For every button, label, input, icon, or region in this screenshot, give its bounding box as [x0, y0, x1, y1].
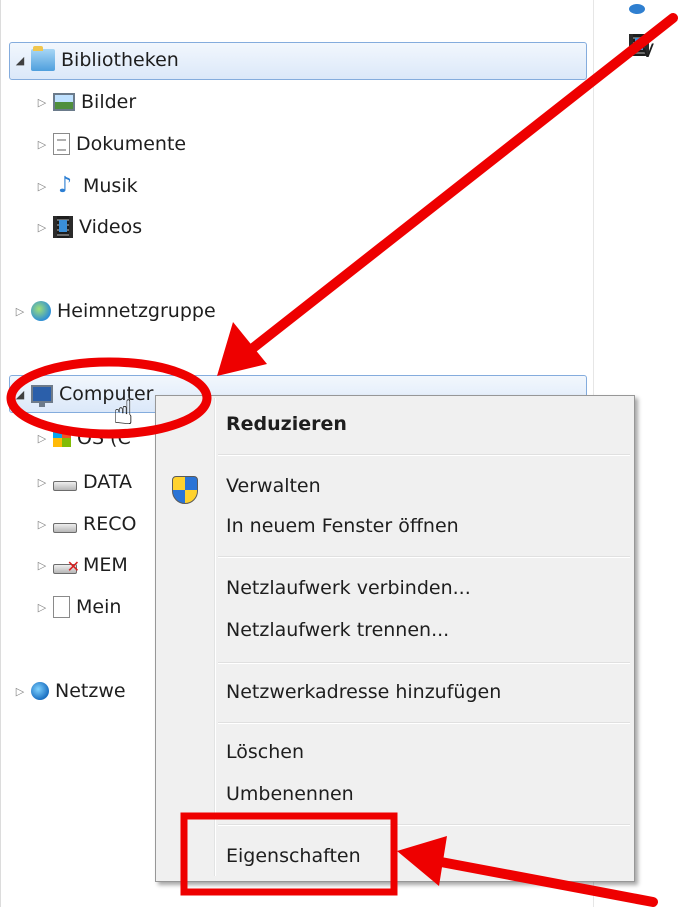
tree-item-mein[interactable]: ▷ Mein: [35, 590, 121, 624]
tree-item-network[interactable]: ▷ Netzwe: [13, 674, 126, 708]
menu-separator: [218, 722, 630, 724]
menu-item-rename[interactable]: Umbenennen: [226, 778, 354, 810]
menu-item-delete[interactable]: Löschen: [226, 736, 304, 768]
tree-item-label: Bibliotheken: [61, 49, 179, 71]
tree-item-memory-drive[interactable]: ▷ MEM: [35, 548, 128, 582]
tree-item-label: Dokumente: [76, 133, 187, 155]
hand-pointer-cursor-icon: ☝: [113, 393, 134, 433]
tree-item-homegroup[interactable]: ▷ Heimnetzgruppe: [13, 294, 216, 328]
videos-icon: [53, 216, 73, 238]
menu-separator: [218, 824, 630, 826]
menu-item-add-network-location[interactable]: Netzwerkadresse hinzufügen: [226, 676, 501, 708]
drive-icon: [53, 481, 77, 491]
menu-item-properties[interactable]: Eigenschaften: [226, 840, 361, 872]
collapsed-arrow-icon[interactable]: ▷: [35, 96, 49, 109]
drive-icon: [53, 523, 77, 533]
tree-item-documents[interactable]: ▷ Dokumente: [35, 127, 186, 161]
menu-separator: [218, 662, 630, 664]
tree-item-label: Netzwe: [55, 680, 126, 702]
pointer-arrowhead: [217, 322, 267, 376]
menu-item-map-network-drive[interactable]: Netzlaufwerk verbinden...: [226, 572, 471, 604]
system-drive-icon: [53, 429, 71, 447]
homegroup-icon: [31, 301, 51, 321]
uac-shield-icon: [172, 476, 198, 504]
menu-item-reduzieren[interactable]: Reduzieren: [226, 408, 347, 440]
menu-item-disconnect-network-drive[interactable]: Netzlaufwerk trennen...: [226, 614, 449, 646]
collapsed-arrow-icon[interactable]: ▷: [35, 221, 49, 234]
tree-item-label: Heimnetzgruppe: [57, 300, 216, 322]
tree-item-label: Bilder: [81, 91, 137, 113]
menu-separator: [218, 454, 630, 456]
tree-item-label: MEM: [83, 554, 128, 576]
expanded-arrow-icon[interactable]: ◢: [13, 388, 27, 401]
tree-item-libraries[interactable]: ◢ Bibliotheken: [13, 43, 179, 77]
collapsed-arrow-icon[interactable]: ▷: [35, 476, 49, 489]
menu-item-open-new-window[interactable]: In neuem Fenster öffnen: [226, 510, 459, 542]
tree-item-label: DATA: [83, 471, 132, 493]
collapsed-arrow-icon[interactable]: ▷: [35, 601, 49, 614]
pictures-icon: [53, 93, 75, 111]
menu-item-verwalten[interactable]: Verwalten: [226, 470, 321, 502]
collapsed-arrow-icon[interactable]: ▷: [35, 559, 49, 572]
collapsed-arrow-icon[interactable]: ▷: [35, 518, 49, 531]
menu-separator: [218, 556, 630, 558]
tree-item-pictures[interactable]: ▷ Bilder: [35, 85, 136, 119]
blank-page-icon: [53, 596, 70, 618]
collapsed-arrow-icon[interactable]: ▷: [13, 685, 27, 698]
libraries-folder-icon: [31, 46, 55, 71]
explorer-window: V ◢ Bibliotheken ▷ Bilder ▷ Dokumente ▷ …: [0, 0, 681, 907]
right-pane-item-icon: [629, 4, 645, 14]
music-icon: ♪: [57, 173, 73, 198]
collapsed-arrow-icon[interactable]: ▷: [13, 305, 27, 318]
collapsed-arrow-icon[interactable]: ▷: [35, 432, 49, 445]
tree-item-label: Computer: [59, 383, 154, 405]
disconnected-drive-icon: [53, 557, 80, 576]
network-icon: [31, 682, 49, 700]
right-pane-item-label[interactable]: V: [641, 40, 654, 62]
context-menu: Reduzieren Verwalten In neuem Fenster öf…: [155, 395, 635, 882]
tree-item-videos[interactable]: ▷ Videos: [35, 210, 142, 244]
tree-item-data-drive[interactable]: ▷ DATA: [35, 465, 132, 499]
collapsed-arrow-icon[interactable]: ▷: [35, 180, 49, 193]
expanded-arrow-icon[interactable]: ◢: [13, 54, 27, 67]
documents-icon: [53, 133, 70, 155]
tree-item-recovery-drive[interactable]: ▷ RECO: [35, 507, 137, 541]
computer-icon: [31, 385, 53, 407]
menu-icon-gutter: [214, 398, 216, 876]
tree-item-label: Musik: [83, 175, 138, 197]
tree-item-label: Mein: [76, 596, 122, 618]
collapsed-arrow-icon[interactable]: ▷: [35, 138, 49, 151]
tree-item-label: Videos: [79, 216, 143, 238]
tree-item-label: RECO: [83, 513, 137, 535]
tree-item-music[interactable]: ▷ ♪ Musik: [35, 169, 138, 203]
